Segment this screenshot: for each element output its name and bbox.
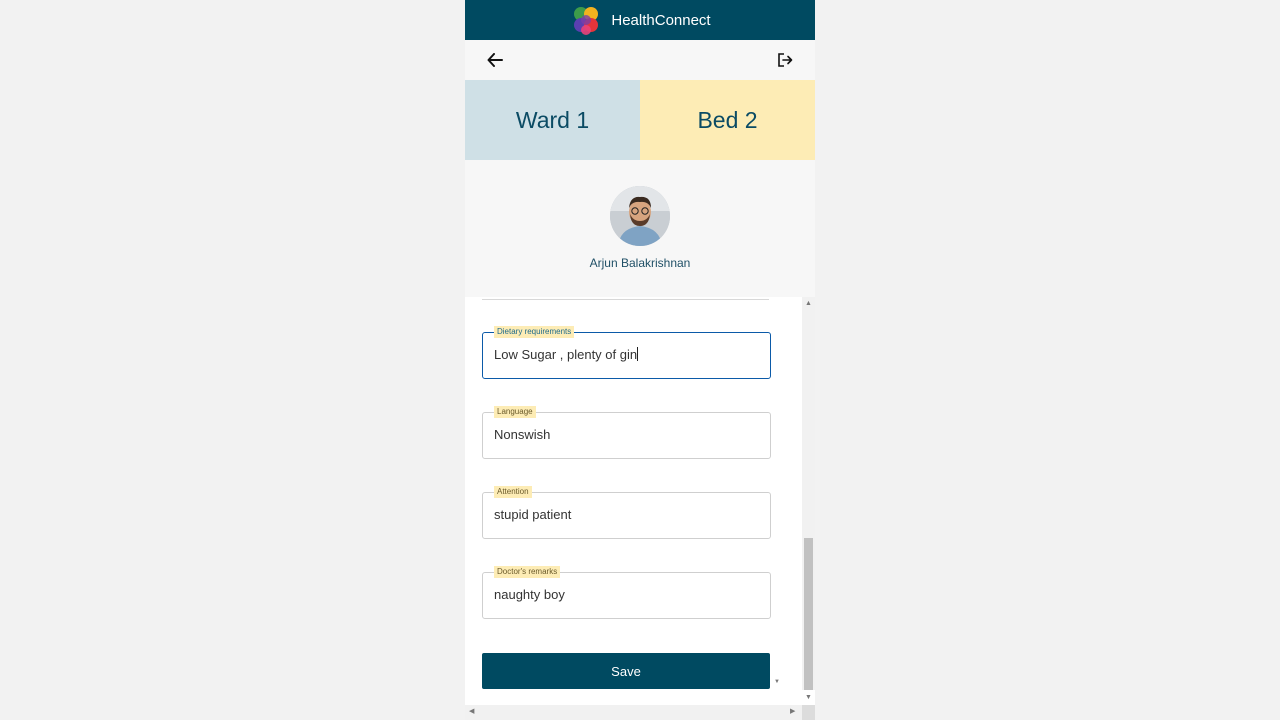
vertical-scrollbar[interactable]: ▲ ▼ xyxy=(802,297,815,701)
scroll-right-arrow-icon[interactable]: ▶ xyxy=(790,708,795,716)
patient-profile: Arjun Balakrishnan xyxy=(465,160,815,297)
scroll-down-arrow-icon[interactable]: ▼ xyxy=(805,694,812,702)
language-label: Language xyxy=(494,406,536,418)
back-arrow-icon[interactable] xyxy=(485,50,505,70)
clover-logo-icon xyxy=(574,7,599,35)
ward-tile[interactable]: Ward 1 xyxy=(465,80,640,160)
bed-tile[interactable]: Bed 2 xyxy=(640,80,815,160)
doctors-remarks-field[interactable]: Doctor's remarks naughty boy xyxy=(482,566,771,619)
nav-bar xyxy=(465,40,815,80)
patient-details-form: Dietary requirements Low Sugar , plenty … xyxy=(465,297,815,705)
dietary-requirements-field[interactable]: Dietary requirements Low Sugar , plenty … xyxy=(482,326,771,379)
logout-icon[interactable] xyxy=(775,50,795,70)
scroll-up-arrow-icon[interactable]: ▲ xyxy=(805,300,812,308)
location-tiles: Ward 1 Bed 2 xyxy=(465,80,815,160)
scrollbar-corner xyxy=(802,705,815,720)
save-button[interactable]: Save xyxy=(482,653,770,689)
app-header: HealthConnect xyxy=(465,0,815,40)
horizontal-scrollbar[interactable]: ◀ ▶ xyxy=(465,705,802,720)
doctors-remarks-label: Doctor's remarks xyxy=(494,566,561,578)
mobile-app-frame: HealthConnect Ward 1 Bed 2 Arjun Balakri… xyxy=(465,0,815,720)
dietary-requirements-value: Low Sugar , plenty of gin xyxy=(494,347,638,362)
patient-avatar xyxy=(610,186,670,246)
text-caret xyxy=(637,347,639,361)
attention-value: stupid patient xyxy=(494,507,572,522)
language-field[interactable]: Language Nonswish xyxy=(482,406,771,459)
scrollbar-thumb[interactable] xyxy=(804,538,813,690)
app-brand-name: HealthConnect xyxy=(611,11,711,29)
attention-field[interactable]: Attention stupid patient xyxy=(482,486,771,539)
previous-field-edge xyxy=(482,297,769,300)
inner-scroll-down-arrow-icon[interactable]: ▼ xyxy=(774,678,780,686)
form-scroll-area: Dietary requirements Low Sugar , plenty … xyxy=(465,297,786,690)
doctors-remarks-value: naughty boy xyxy=(494,587,565,602)
attention-label: Attention xyxy=(494,486,532,498)
scroll-left-arrow-icon[interactable]: ◀ xyxy=(469,708,474,716)
language-value: Nonswish xyxy=(494,427,551,442)
patient-name: Arjun Balakrishnan xyxy=(589,256,691,270)
dietary-requirements-label: Dietary requirements xyxy=(494,326,575,338)
